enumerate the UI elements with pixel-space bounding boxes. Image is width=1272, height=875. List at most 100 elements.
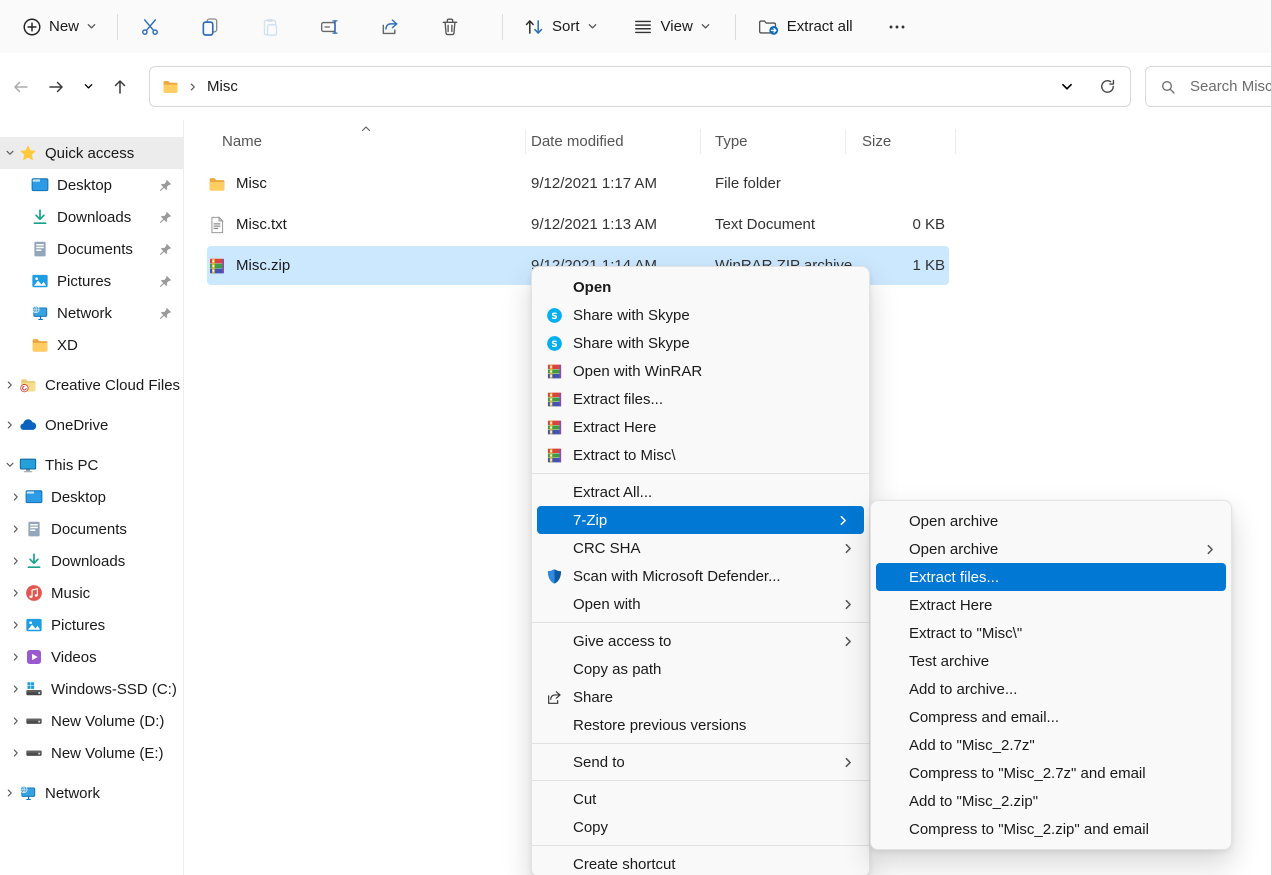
address-dropdown-button[interactable] [1052, 72, 1082, 102]
context-menu-item-extract-files[interactable]: Extract files... [532, 385, 869, 413]
context-menu-item-create-shortcut[interactable]: Create shortcut [532, 850, 869, 875]
submenu-item-open-archive[interactable]: Open archive [871, 507, 1231, 535]
back-button [6, 71, 36, 103]
context-menu-item-extract-here[interactable]: Extract Here [532, 413, 869, 441]
new-button[interactable]: New [12, 9, 107, 45]
sidebar-item-network[interactable]: Network [0, 777, 183, 809]
cut-button[interactable] [130, 9, 170, 45]
file-type: File folder [715, 163, 781, 204]
column-header-name[interactable]: Name [222, 120, 262, 163]
forward-button[interactable] [41, 71, 71, 103]
chevron-right-icon [8, 489, 24, 505]
context-menu-item-extract-all[interactable]: Extract All... [532, 478, 869, 506]
winrar-icon [544, 417, 564, 437]
submenu-item-extract-files[interactable]: Extract files... [876, 563, 1226, 591]
chevron-right-icon [8, 649, 24, 665]
winrar-icon [544, 445, 564, 465]
sidebar-item-downloads[interactable]: Downloads [0, 201, 183, 233]
folder-icon [30, 335, 50, 355]
rename-button[interactable] [310, 9, 350, 45]
breadcrumb-chevron-icon [188, 82, 198, 92]
column-header-size[interactable]: Size [862, 120, 891, 163]
context-menu-item-crc-sha[interactable]: CRC SHA [532, 534, 869, 562]
context-menu-item-open-with[interactable]: Open with [532, 590, 869, 618]
submenu-item-compress-and-email[interactable]: Compress and email... [871, 703, 1231, 731]
sidebar-item-pictures[interactable]: Pictures [0, 609, 183, 641]
chevron-right-icon [2, 785, 18, 801]
sidebar-item-xd[interactable]: XD [0, 329, 183, 361]
context-menu-item-give-access-to[interactable]: Give access to [532, 627, 869, 655]
file-size [845, 163, 945, 204]
sidebar-item-onedrive[interactable]: OneDrive [0, 409, 183, 441]
sidebar-item-quick-access[interactable]: Quick access [0, 137, 183, 169]
submenu-item-extract-here[interactable]: Extract Here [871, 591, 1231, 619]
music-icon [24, 583, 44, 603]
up-button[interactable] [105, 71, 135, 103]
refresh-button[interactable] [1092, 72, 1122, 102]
sidebar-item-downloads[interactable]: Downloads [0, 545, 183, 577]
sidebar-item-desktop[interactable]: Desktop [0, 481, 183, 513]
submenu-item-compress-to-misc-2-7z-and-email[interactable]: Compress to "Misc_2.7z" and email [871, 759, 1231, 787]
context-menu-item-extract-to-misc[interactable]: Extract to Misc\ [532, 441, 869, 469]
submenu-item-extract-to-misc[interactable]: Extract to "Misc\" [871, 619, 1231, 647]
file-row-misc[interactable]: Misc9/12/2021 1:17 AMFile folder [184, 163, 1271, 204]
sidebar-item-documents[interactable]: Documents [0, 233, 183, 265]
sidebar-item-creative-cloud-files[interactable]: Creative Cloud Files [0, 369, 183, 401]
recent-locations-button[interactable] [76, 71, 100, 103]
context-menu-item-share-with-skype[interactable]: SShare with Skype [532, 301, 869, 329]
context-menu-item-send-to[interactable]: Send to [532, 748, 869, 776]
context-menu-item-open-with-winrar[interactable]: Open with WinRAR [532, 357, 869, 385]
sidebar-item-windows-ssd-c[interactable]: Windows-SSD (C:) [0, 673, 183, 705]
sidebar-item-new-volume-d[interactable]: New Volume (D:) [0, 705, 183, 737]
search-input[interactable] [1188, 77, 1272, 96]
pin-icon [158, 210, 173, 225]
file-explorer-window: New Sort View Extract all Misc Quick access… [0, 0, 1272, 875]
folder-icon [208, 175, 226, 193]
sidebar-item-documents[interactable]: Documents [0, 513, 183, 545]
address-bar[interactable]: Misc [149, 66, 1131, 107]
sidebar-item-label: New Volume (D:) [51, 713, 183, 730]
sidebar-item-label: New Volume (E:) [51, 745, 183, 762]
submenu-item-open-archive[interactable]: Open archive [871, 535, 1231, 563]
sidebar-item-desktop[interactable]: Desktop [0, 169, 183, 201]
context-menu-item-open[interactable]: Open [532, 273, 869, 301]
view-label: View [661, 18, 693, 35]
sidebar-item-pictures[interactable]: Pictures [0, 265, 183, 297]
context-menu-item-cut[interactable]: Cut [532, 785, 869, 813]
submenu-item-test-archive[interactable]: Test archive [871, 647, 1231, 675]
sidebar-item-new-volume-e[interactable]: New Volume (E:) [0, 737, 183, 769]
view-button[interactable]: View [622, 9, 721, 45]
search-box[interactable] [1145, 66, 1272, 107]
sort-button[interactable]: Sort [513, 9, 608, 45]
share-button[interactable] [370, 9, 410, 45]
cut-icon [140, 17, 160, 37]
context-menu-item-scan-with-microsoft-defender[interactable]: Scan with Microsoft Defender... [532, 562, 869, 590]
file-name-cell: Misc.txt [208, 204, 287, 245]
submenu-item-add-to-archive[interactable]: Add to archive... [871, 675, 1231, 703]
context-menu-item-share-with-skype[interactable]: SShare with Skype [532, 329, 869, 357]
submenu-arrow-icon [842, 635, 855, 648]
more-options-button[interactable] [877, 9, 917, 45]
sidebar-item-music[interactable]: Music [0, 577, 183, 609]
submenu-item-add-to-misc-2-zip[interactable]: Add to "Misc_2.zip" [871, 787, 1231, 815]
column-header-type[interactable]: Type [715, 120, 748, 163]
sidebar-item-this-pc[interactable]: This PC [0, 449, 183, 481]
file-row-misc-txt[interactable]: Misc.txt9/12/2021 1:13 AMText Document0 … [184, 204, 1271, 245]
text-file-icon [208, 216, 226, 234]
submenu-item-add-to-misc-2-7z[interactable]: Add to "Misc_2.7z" [871, 731, 1231, 759]
desktop-icon [30, 175, 50, 195]
sidebar-item-network[interactable]: Network [0, 297, 183, 329]
column-header-date-modified[interactable]: Date modified [531, 120, 624, 163]
context-menu-item-copy-as-path[interactable]: Copy as path [532, 655, 869, 683]
extract-all-button[interactable]: Extract all [748, 9, 863, 45]
context-menu-item-7-zip[interactable]: 7-Zip [537, 506, 864, 534]
context-menu-item-restore-previous-versions[interactable]: Restore previous versions [532, 711, 869, 739]
breadcrumb[interactable]: Misc [207, 78, 1052, 95]
delete-button[interactable] [430, 9, 470, 45]
context-menu-item-share[interactable]: Share [532, 683, 869, 711]
sidebar-item-videos[interactable]: Videos [0, 641, 183, 673]
copy-button[interactable] [190, 9, 230, 45]
context-menu-item-copy[interactable]: Copy [532, 813, 869, 841]
menu-item-label: Extract Here [909, 597, 992, 614]
submenu-item-compress-to-misc-2-zip-and-email[interactable]: Compress to "Misc_2.zip" and email [871, 815, 1231, 843]
